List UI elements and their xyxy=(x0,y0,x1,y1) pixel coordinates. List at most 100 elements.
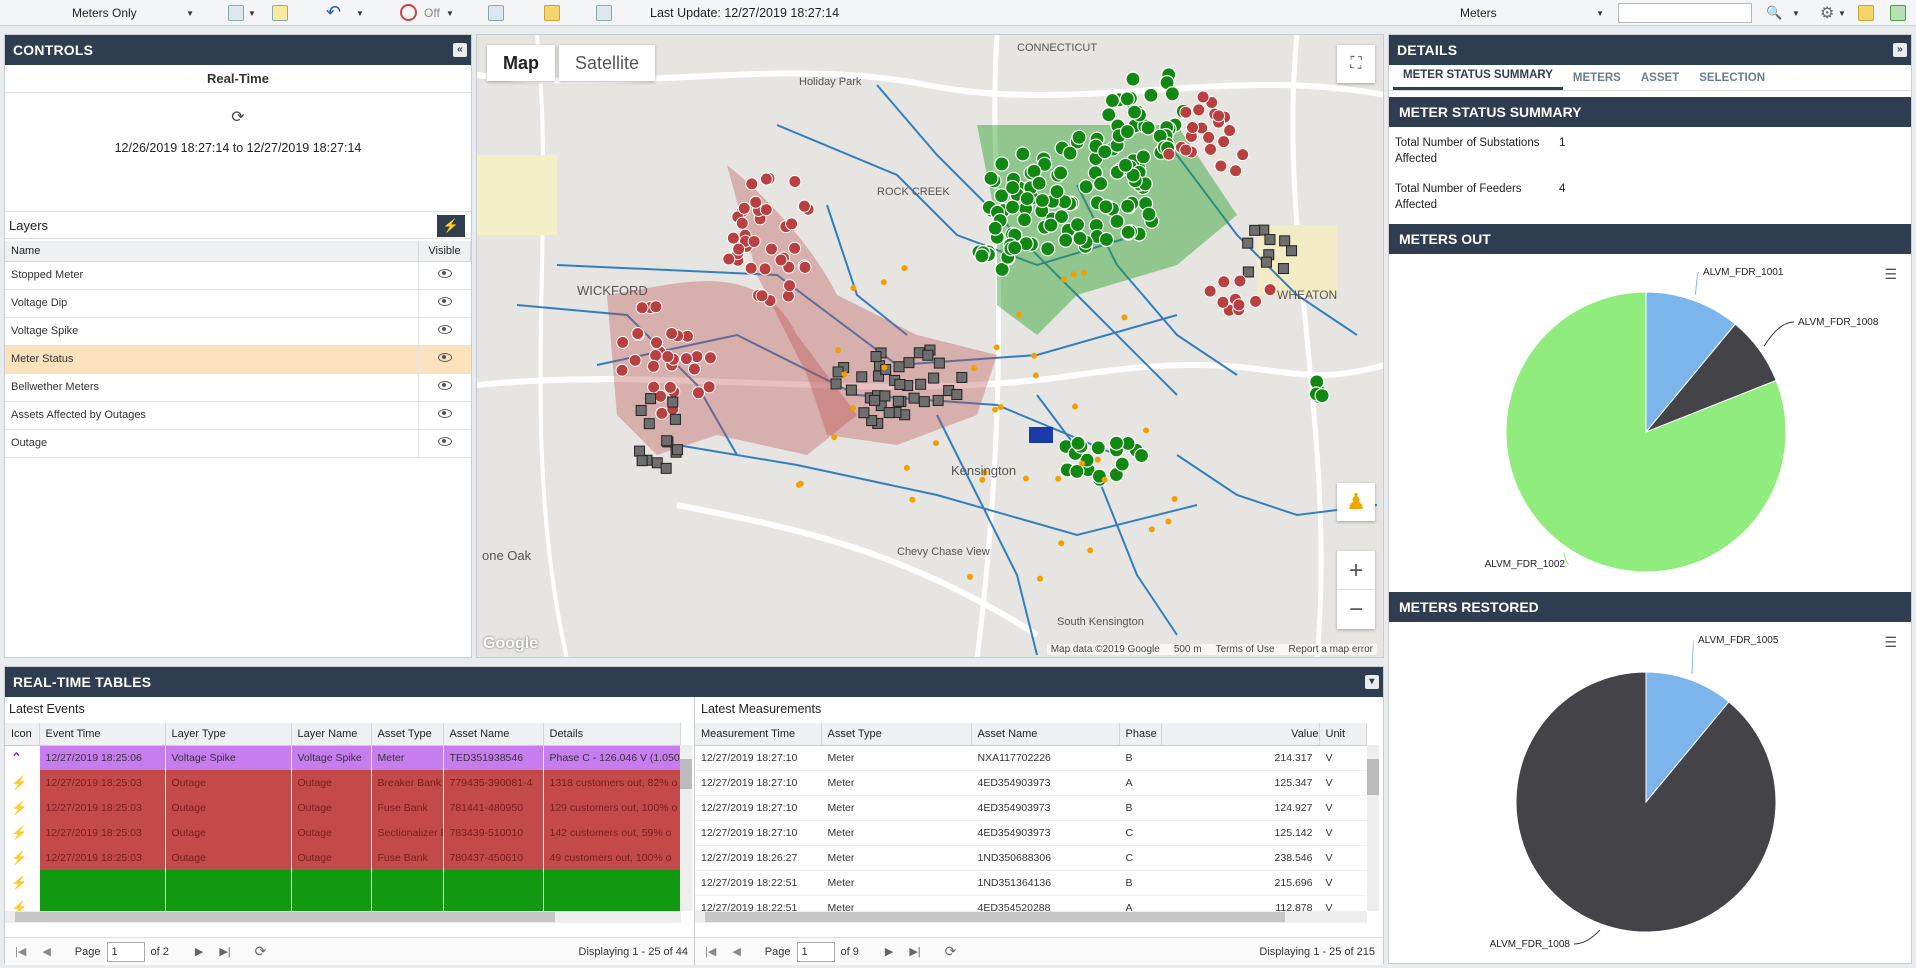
tab-map[interactable]: Map xyxy=(487,45,555,81)
visibility-toggle[interactable] xyxy=(418,317,471,346)
outage-meter-marker[interactable] xyxy=(722,252,736,266)
bellwether-marker[interactable] xyxy=(1060,276,1067,283)
bellwether-marker[interactable] xyxy=(1080,269,1087,276)
asset-marker[interactable] xyxy=(643,418,655,430)
page-input[interactable]: 1 xyxy=(796,941,835,962)
restored-meter-marker[interactable] xyxy=(1070,435,1086,451)
asset-select[interactable]: Meters ▼ xyxy=(1456,4,1604,22)
restored-meter-marker[interactable] xyxy=(987,220,1003,236)
outage-meter-marker[interactable] xyxy=(785,217,799,231)
restored-meter-marker[interactable] xyxy=(1016,212,1033,228)
outage-meter-marker[interactable] xyxy=(1185,120,1199,134)
zoom-in-button[interactable]: + xyxy=(1337,551,1375,590)
visibility-toggle[interactable] xyxy=(418,261,471,290)
last-page-icon[interactable]: ▶| xyxy=(909,945,920,958)
restored-meter-marker[interactable] xyxy=(1140,120,1156,136)
restored-meter-marker[interactable] xyxy=(1314,388,1330,404)
asset-marker[interactable] xyxy=(858,407,870,419)
bellwether-marker[interactable] xyxy=(1070,271,1077,278)
outage-meter-marker[interactable] xyxy=(1249,294,1263,308)
bellwether-marker[interactable] xyxy=(993,344,1000,351)
chart-menu-icon[interactable]: ☰ xyxy=(1884,634,1897,651)
restored-meter-marker[interactable] xyxy=(1141,206,1157,222)
visibility-toggle[interactable] xyxy=(418,401,471,430)
events-col-header[interactable]: Asset Name xyxy=(443,723,544,746)
asset-marker[interactable] xyxy=(661,435,673,447)
asset-marker[interactable] xyxy=(956,371,968,383)
outage-meter-marker[interactable] xyxy=(1223,124,1237,138)
layer-row[interactable]: Meter Status xyxy=(5,345,471,374)
table-row[interactable]: ⚡ xyxy=(5,870,681,895)
asset-marker[interactable] xyxy=(870,351,882,363)
bellwether-marker[interactable] xyxy=(1032,372,1039,379)
table-row[interactable]: 12/27/2019 18:26:27 Meter 1ND350688306 C 238… xyxy=(695,845,1367,871)
layer-row[interactable]: Stopped Meter xyxy=(5,261,471,290)
restored-meter-marker[interactable] xyxy=(974,248,990,264)
outage-meter-marker[interactable] xyxy=(615,363,629,377)
asset-marker[interactable] xyxy=(883,407,895,419)
asset-marker[interactable] xyxy=(894,378,906,390)
lightning-icon[interactable]: ⚡ xyxy=(437,215,465,237)
prev-page-icon[interactable]: ◀ xyxy=(732,945,740,958)
collapse-left-icon[interactable]: « xyxy=(453,43,467,57)
search-input[interactable] xyxy=(1618,3,1752,23)
asset-marker[interactable] xyxy=(928,372,940,384)
layers-icon[interactable] xyxy=(272,5,288,21)
restored-meter-marker[interactable] xyxy=(1019,190,1035,207)
asset-marker[interactable] xyxy=(669,413,681,425)
outage-meter-marker[interactable] xyxy=(1203,284,1217,298)
chevron-down-icon[interactable]: ▼ xyxy=(1838,9,1846,18)
restored-meter-marker[interactable] xyxy=(1104,92,1121,109)
outage-meter-marker[interactable] xyxy=(635,301,649,315)
outage-meter-marker[interactable] xyxy=(649,349,663,363)
open-folder-icon[interactable] xyxy=(1858,5,1874,21)
outage-meter-marker[interactable] xyxy=(797,199,811,213)
outage-meter-marker[interactable] xyxy=(759,203,773,217)
undo-icon[interactable]: ↶ xyxy=(326,2,341,23)
asset-marker[interactable] xyxy=(645,393,657,405)
view-select[interactable]: Meters Only ▼ xyxy=(54,4,194,22)
bellwether-marker[interactable] xyxy=(831,434,838,441)
page-input[interactable]: 1 xyxy=(106,941,145,962)
asset-marker[interactable] xyxy=(869,394,881,406)
visibility-toggle[interactable] xyxy=(418,373,471,402)
visibility-toggle[interactable] xyxy=(418,345,471,374)
bellwether-marker[interactable] xyxy=(1055,475,1062,482)
measurements-col-header[interactable]: Unit xyxy=(1319,723,1367,746)
table-icon[interactable] xyxy=(488,5,504,21)
clock-refresh-icon[interactable]: ⟳ xyxy=(5,107,471,127)
asset-marker[interactable] xyxy=(1242,266,1254,278)
pie-slice[interactable] xyxy=(1515,671,1777,933)
table-row[interactable]: 12/27/2019 18:27:10 Meter NXA117702226 B 214… xyxy=(695,745,1367,771)
events-col-header[interactable]: Event Time xyxy=(39,723,166,746)
asset-marker[interactable] xyxy=(1249,224,1261,236)
restored-meter-marker[interactable] xyxy=(1007,240,1023,256)
layer-row[interactable]: Voltage Dip xyxy=(5,289,471,318)
outage-meter-marker[interactable] xyxy=(655,406,669,420)
events-col-header[interactable]: Icon xyxy=(5,723,40,746)
bellwether-marker[interactable] xyxy=(881,364,888,371)
events-col-header[interactable]: Layer Name xyxy=(291,723,372,746)
restored-meter-marker[interactable] xyxy=(1143,87,1159,103)
bellwether-marker[interactable] xyxy=(901,265,908,272)
bellwether-marker[interactable] xyxy=(992,406,999,413)
bellwether-marker[interactable] xyxy=(1121,314,1128,321)
asset-marker[interactable] xyxy=(1286,245,1298,257)
outage-meter-marker[interactable] xyxy=(1236,148,1250,162)
outage-meter-marker[interactable] xyxy=(654,389,668,403)
measurements-col-header[interactable]: Phase xyxy=(1119,723,1162,746)
outage-meter-marker[interactable] xyxy=(665,327,679,341)
outage-meter-marker[interactable] xyxy=(661,350,675,364)
bellwether-marker[interactable] xyxy=(1087,547,1094,554)
measurements-col-header[interactable]: Measurement Time xyxy=(695,723,822,746)
asset-marker[interactable] xyxy=(1260,256,1272,268)
outage-meter-marker[interactable] xyxy=(1214,159,1228,173)
outage-meter-marker[interactable] xyxy=(1179,105,1193,119)
restored-meter-marker[interactable] xyxy=(1120,198,1136,214)
map-view[interactable]: CONNECTICUT Holiday Park ROCK CREEK WICK… xyxy=(476,34,1384,658)
bellwether-marker[interactable] xyxy=(834,347,841,354)
outage-meter-marker[interactable] xyxy=(749,195,763,209)
bellwether-marker[interactable] xyxy=(997,403,1004,410)
outage-meter-marker[interactable] xyxy=(1217,275,1231,289)
chevron-down-icon[interactable]: ▼ xyxy=(248,9,256,18)
